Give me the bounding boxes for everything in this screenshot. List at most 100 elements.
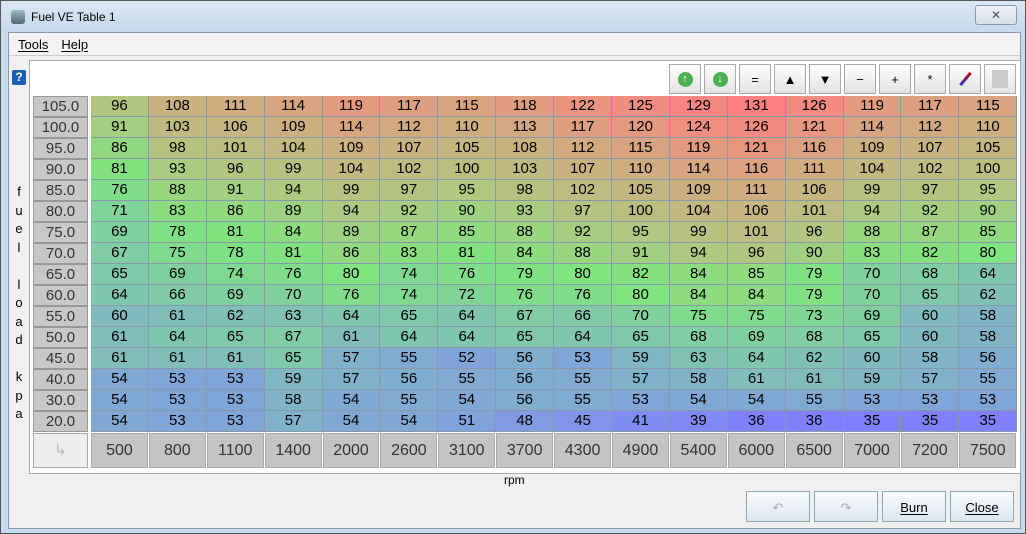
- close-button[interactable]: Close: [950, 491, 1014, 522]
- x-axis-cell[interactable]: 7000: [843, 433, 901, 468]
- table-cell[interactable]: 93: [148, 159, 207, 180]
- table-cell[interactable]: 97: [380, 180, 439, 201]
- table-cell[interactable]: 80: [322, 264, 381, 285]
- table-cell[interactable]: 65: [91, 264, 149, 285]
- table-cell[interactable]: 68: [901, 264, 960, 285]
- table-cell[interactable]: 58: [901, 348, 960, 369]
- table-cell[interactable]: 35: [901, 411, 960, 432]
- y-axis-cell[interactable]: 100.0: [33, 117, 88, 138]
- table-cell[interactable]: 99: [843, 180, 902, 201]
- table-cell[interactable]: 102: [901, 159, 960, 180]
- table-cell[interactable]: 66: [148, 285, 207, 306]
- table-cell[interactable]: 54: [91, 390, 149, 411]
- table-cell[interactable]: 70: [612, 306, 670, 327]
- burn-button[interactable]: Burn: [882, 491, 946, 522]
- table-cell[interactable]: 112: [380, 117, 439, 138]
- table-cell[interactable]: 121: [785, 117, 844, 138]
- table-cell[interactable]: 69: [727, 327, 786, 348]
- table-cell[interactable]: 100: [438, 159, 497, 180]
- table-cell[interactable]: 36: [785, 411, 844, 432]
- table-cell[interactable]: 79: [785, 264, 844, 285]
- table-cell[interactable]: 61: [785, 369, 844, 390]
- table-cell[interactable]: 74: [380, 264, 439, 285]
- table-cell[interactable]: 94: [264, 180, 323, 201]
- table-cell[interactable]: 119: [322, 96, 381, 117]
- table-cell[interactable]: 56: [959, 348, 1018, 369]
- table-cell[interactable]: 115: [612, 138, 670, 159]
- x-axis-cell[interactable]: 3700: [496, 433, 554, 468]
- table-cell[interactable]: 69: [206, 285, 265, 306]
- table-cell[interactable]: 108: [496, 138, 555, 159]
- table-cell[interactable]: 88: [554, 243, 613, 264]
- table-cell[interactable]: 70: [843, 285, 902, 306]
- table-cell[interactable]: 65: [380, 306, 439, 327]
- table-cell[interactable]: 76: [91, 180, 149, 201]
- table-cell[interactable]: 73: [785, 306, 844, 327]
- table-cell[interactable]: 84: [669, 264, 728, 285]
- table-cell[interactable]: 53: [206, 369, 265, 390]
- table-cell[interactable]: 104: [669, 201, 728, 222]
- table-cell[interactable]: 57: [264, 411, 323, 432]
- table-cell[interactable]: 56: [496, 390, 555, 411]
- table-cell[interactable]: 79: [496, 264, 555, 285]
- y-axis-cell[interactable]: 55.0: [33, 306, 88, 327]
- table-cell[interactable]: 60: [901, 327, 960, 348]
- table-cell[interactable]: 116: [727, 159, 786, 180]
- table-cell[interactable]: 51: [438, 411, 497, 432]
- table-cell[interactable]: 55: [554, 369, 613, 390]
- table-cell[interactable]: 119: [843, 96, 902, 117]
- undo-button[interactable]: ↶: [746, 491, 810, 522]
- menu-tools[interactable]: Tools: [18, 37, 48, 52]
- table-cell[interactable]: 65: [496, 327, 555, 348]
- table-cell[interactable]: 91: [91, 117, 149, 138]
- table-cell[interactable]: 53: [148, 369, 207, 390]
- table-cell[interactable]: 65: [206, 327, 265, 348]
- add-button[interactable]: +: [879, 64, 911, 94]
- table-cell[interactable]: 99: [669, 222, 728, 243]
- table-cell[interactable]: 55: [554, 390, 613, 411]
- table-cell[interactable]: 74: [206, 264, 265, 285]
- close-window-button[interactable]: ✕: [975, 5, 1017, 25]
- table-cell[interactable]: 84: [264, 222, 323, 243]
- table-cell[interactable]: 55: [785, 390, 844, 411]
- table-cell[interactable]: 99: [322, 180, 381, 201]
- table-cell[interactable]: 60: [91, 306, 149, 327]
- table-cell[interactable]: 97: [901, 180, 960, 201]
- x-axis-cell[interactable]: 1100: [206, 433, 264, 468]
- table-cell[interactable]: 81: [91, 159, 149, 180]
- table-cell[interactable]: 58: [959, 327, 1018, 348]
- table-cell[interactable]: 83: [843, 243, 902, 264]
- table-cell[interactable]: 64: [438, 306, 497, 327]
- table-cell[interactable]: 96: [91, 96, 149, 117]
- table-cell[interactable]: 107: [380, 138, 439, 159]
- table-cell[interactable]: 104: [843, 159, 902, 180]
- table-cell[interactable]: 103: [496, 159, 555, 180]
- table-cell[interactable]: 109: [264, 117, 323, 138]
- table-cell[interactable]: 96: [206, 159, 265, 180]
- y-axis-cell[interactable]: 80.0: [33, 201, 88, 222]
- table-cell[interactable]: 83: [380, 243, 439, 264]
- y-axis-cell[interactable]: 65.0: [33, 264, 88, 285]
- table-cell[interactable]: 75: [148, 243, 207, 264]
- x-axis-cell[interactable]: 6500: [785, 433, 843, 468]
- table-cell[interactable]: 111: [785, 159, 844, 180]
- table-cell[interactable]: 94: [322, 201, 381, 222]
- table-cell[interactable]: 126: [727, 117, 786, 138]
- table-cell[interactable]: 60: [901, 306, 960, 327]
- set-equal-button[interactable]: =: [739, 64, 771, 94]
- table-cell[interactable]: 120: [612, 117, 670, 138]
- table-cell[interactable]: 121: [727, 138, 786, 159]
- x-axis-cell[interactable]: 2600: [380, 433, 438, 468]
- increase-button[interactable]: ↑: [669, 64, 701, 94]
- table-cell[interactable]: 64: [959, 264, 1018, 285]
- table-cell[interactable]: 76: [322, 285, 381, 306]
- multiply-button[interactable]: *: [914, 64, 946, 94]
- y-axis-cell[interactable]: 75.0: [33, 222, 88, 243]
- table-cell[interactable]: 86: [206, 201, 265, 222]
- table-cell[interactable]: 95: [438, 180, 497, 201]
- table-cell[interactable]: 125: [612, 96, 670, 117]
- table-cell[interactable]: 53: [612, 390, 670, 411]
- table-cell[interactable]: 90: [438, 201, 497, 222]
- table-cell[interactable]: 62: [785, 348, 844, 369]
- table-cell[interactable]: 64: [148, 327, 207, 348]
